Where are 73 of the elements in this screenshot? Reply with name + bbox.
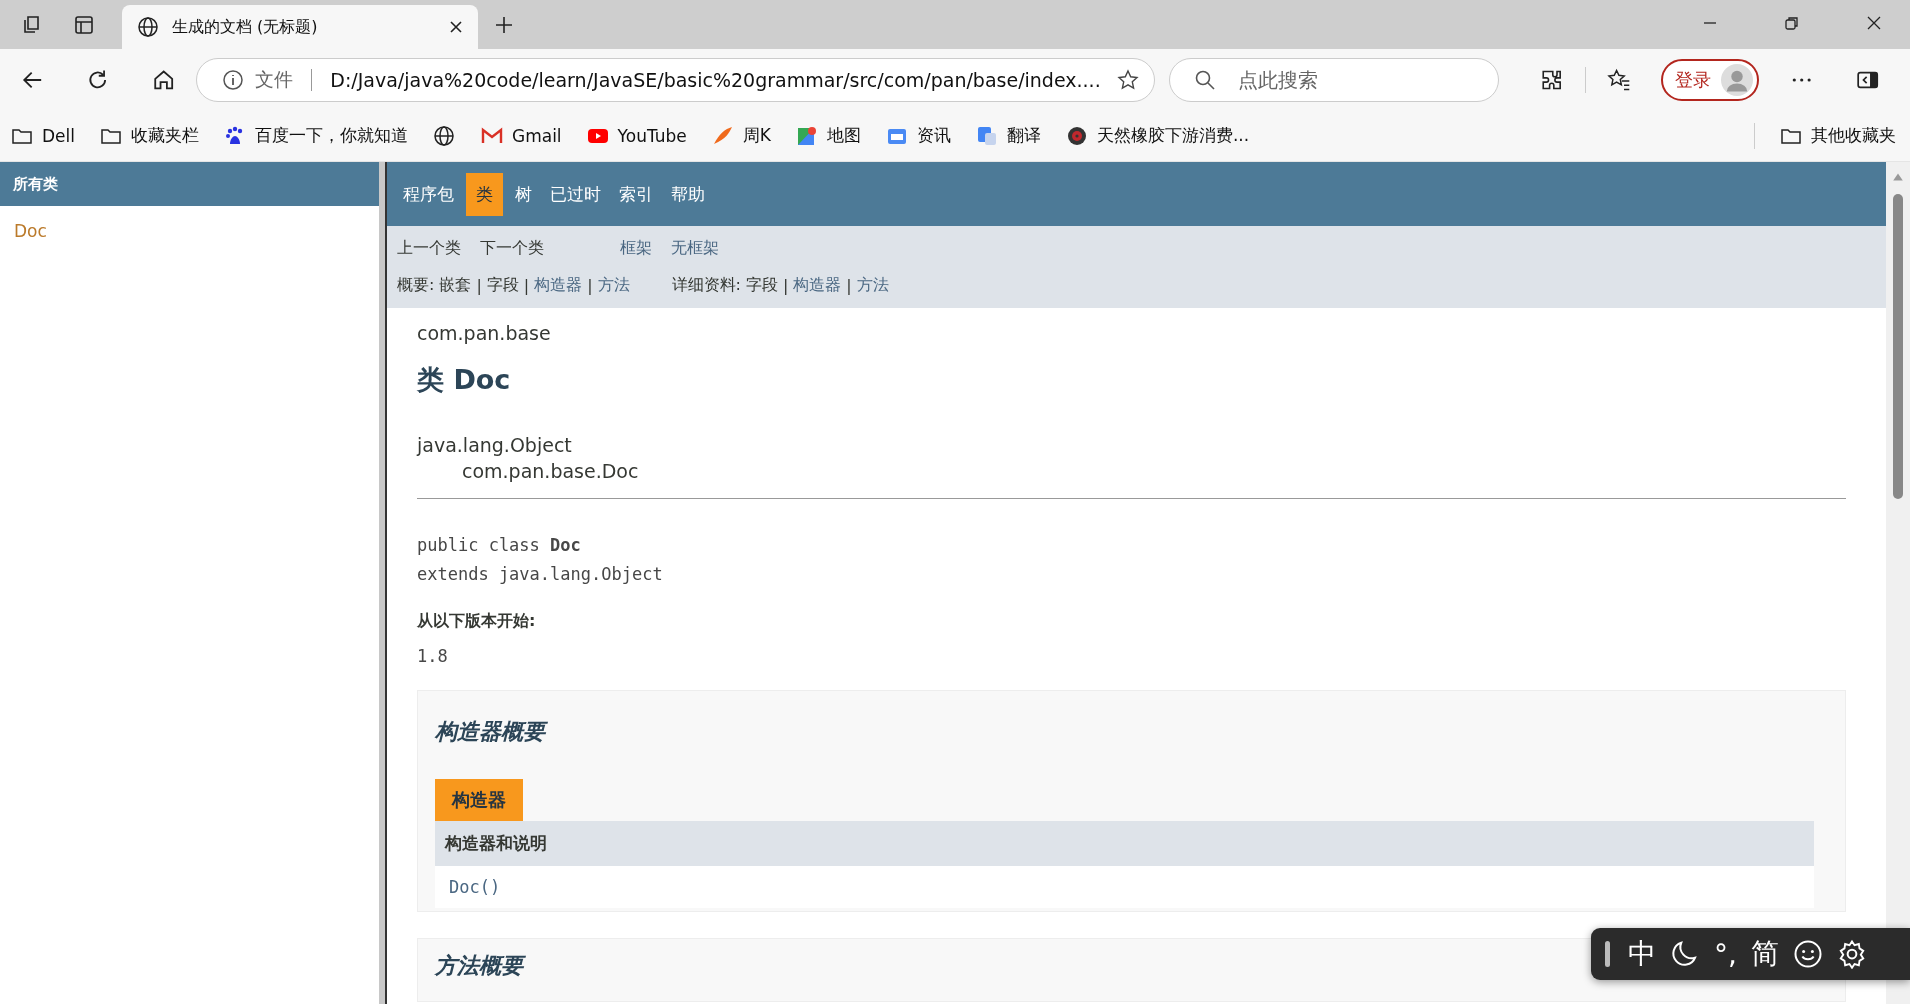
class-link[interactable]: Doc (14, 221, 379, 241)
detail-label: 详细资料: (671, 275, 741, 296)
since-label: 从以下版本开始: (417, 611, 537, 632)
frame-header: 所有类 (0, 162, 379, 206)
class-title: 类 Doc (417, 363, 512, 397)
summary-link[interactable]: 方法 (597, 275, 630, 296)
summary-link[interactable]: 构造器 (534, 275, 583, 296)
nav-link[interactable]: 已过时 (544, 172, 607, 216)
globe-icon (136, 15, 160, 39)
separator: | (476, 276, 482, 295)
sub-nav-link[interactable]: 下一个类 (480, 238, 544, 259)
favorite-star-icon[interactable] (1116, 67, 1141, 92)
bookmark[interactable]: 周K (710, 123, 771, 148)
tab-actions-icon[interactable] (72, 13, 96, 37)
separator: | (782, 276, 789, 295)
avatar-icon (1721, 63, 1754, 96)
bookmark[interactable]: 资讯 (884, 123, 951, 148)
nav-link[interactable]: 索引 (613, 172, 659, 216)
bookmark[interactable]: Dell (10, 123, 75, 148)
ime-button[interactable]: 简 (1750, 935, 1779, 973)
bookmark[interactable]: YouTube (585, 123, 687, 148)
moon-icon[interactable] (1670, 939, 1700, 969)
favorites-icon[interactable] (1605, 66, 1632, 93)
address-bar[interactable]: 文件 D:/Java/java%20code/learn/JavaSE/basic%20grammar/src/com/pan/base/index.... (196, 57, 1156, 102)
info-icon (221, 67, 246, 92)
summary-text: 嵌套 (439, 275, 472, 296)
other-favorites[interactable]: 其他收藏夹 (1779, 123, 1896, 148)
nav-link[interactable]: 帮助 (665, 172, 711, 216)
summary-text: 字段 (486, 275, 519, 296)
browser-tab[interactable]: 生成的文档 (无标题) (122, 5, 478, 49)
drag-handle[interactable] (1605, 941, 1610, 967)
url-text: D:/Java/java%20code/learn/JavaSE/basic%20grammar/src/com/pan/base/index.... (330, 68, 1101, 91)
package-name: com.pan.base (417, 322, 552, 344)
scheme-label: 文件 (255, 66, 294, 92)
bookmark[interactable]: 天然橡胶下游消费... (1064, 123, 1250, 148)
table-caption-tab[interactable]: 构造器 (435, 779, 523, 821)
close-icon[interactable] (448, 19, 464, 35)
since-version: 1.8 (417, 646, 449, 666)
bookmark[interactable]: 地图 (794, 123, 861, 148)
close-window-icon[interactable] (1866, 15, 1882, 31)
sign-in-button[interactable]: 登录 (1661, 58, 1760, 101)
inheritance-entry: java.lang.Object (417, 433, 573, 458)
separator: | (846, 276, 852, 295)
signature-line: public class Doc (417, 534, 582, 557)
detail-text: 字段 (745, 275, 778, 296)
ime-button[interactable]: 中 (1628, 935, 1656, 973)
bookmark[interactable]: 百度一下，你就知道 (223, 123, 408, 148)
sub-nav-link[interactable]: 上一个类 (397, 238, 461, 259)
nav-link[interactable]: 类 (466, 172, 503, 216)
table-header: 构造器和说明 (435, 821, 1814, 866)
restore-icon[interactable] (1784, 15, 1800, 31)
signature-line: extends java.lang.Object (417, 563, 664, 586)
inheritance-entry: com.pan.base.Doc (461, 459, 640, 484)
bookmark[interactable]: Gmail (480, 123, 562, 148)
ime-button[interactable]: °, (1714, 937, 1737, 971)
scrollbar-thumb[interactable] (1893, 194, 1903, 499)
smiley-icon[interactable] (1792, 939, 1823, 969)
nav-link[interactable]: 树 (509, 172, 538, 216)
detail-link[interactable]: 构造器 (793, 275, 842, 296)
separator: | (587, 276, 593, 295)
separator: | (523, 276, 530, 295)
sub-nav-link[interactable]: 无框架 (671, 238, 719, 259)
bookmark[interactable]: 翻译 (974, 123, 1041, 148)
search-field[interactable]: 点此搜索 (1169, 57, 1500, 102)
bookmark[interactable]: 收藏夹栏 (99, 123, 199, 148)
tab-title: 生成的文档 (无标题) (172, 16, 319, 38)
nav-link[interactable]: 程序包 (397, 172, 460, 216)
bookmark-icon[interactable] (432, 123, 456, 148)
sub-nav-link[interactable]: 框架 (620, 238, 652, 259)
detail-link[interactable]: 方法 (856, 275, 889, 296)
globe-icon (432, 123, 456, 148)
constructor-link[interactable]: Doc() (449, 877, 501, 897)
summary-label: 概要: (397, 275, 435, 296)
